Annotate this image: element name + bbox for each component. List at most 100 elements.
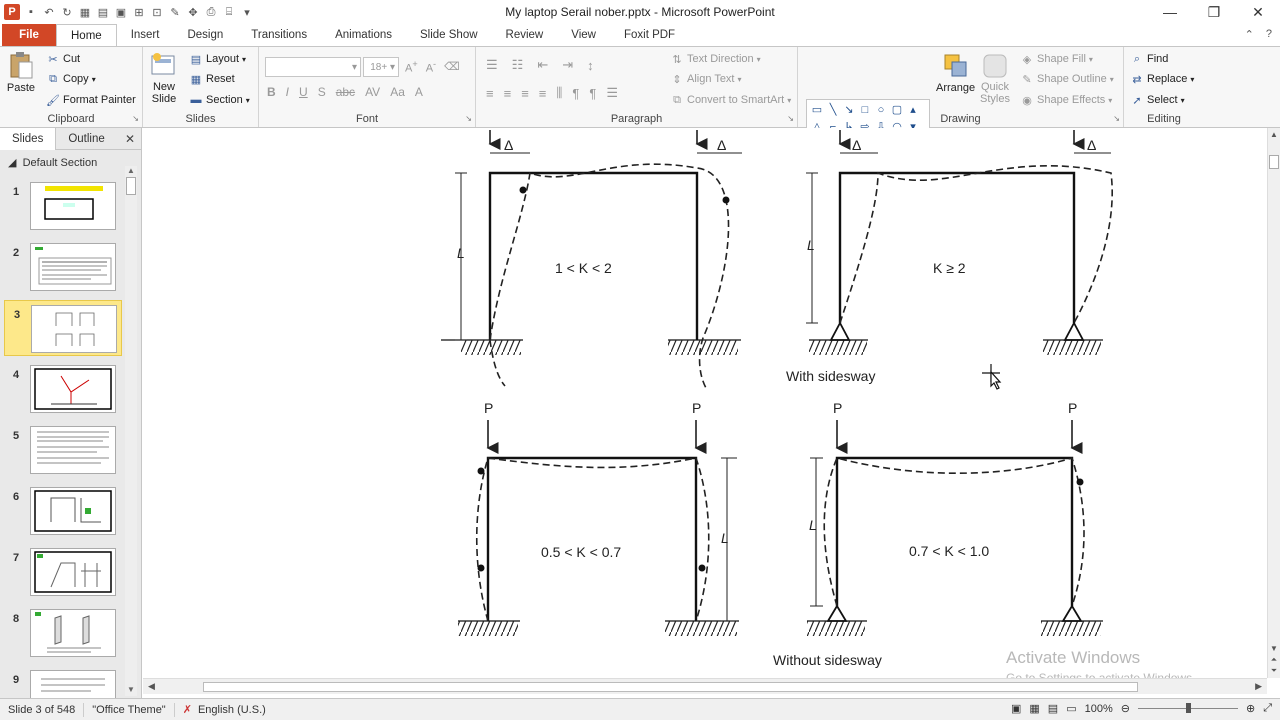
increase-indent-icon[interactable]: ⇥	[562, 57, 573, 73]
slide-thumbnail-row-selected[interactable]: 3	[4, 300, 122, 356]
ltr-icon[interactable]: ¶	[589, 86, 596, 101]
strikethrough-icon[interactable]: abc	[336, 85, 355, 99]
reset-button[interactable]: ▦ Reset	[189, 72, 235, 86]
arrange-button[interactable]: Arrange	[936, 51, 975, 94]
help-icon[interactable]: ?	[1266, 28, 1272, 41]
tab-slides[interactable]: Slides	[0, 127, 57, 150]
find-button[interactable]: ⌕ Find	[1130, 52, 1169, 66]
line-spacing-icon[interactable]: ↕	[587, 58, 594, 73]
textbox-shape-icon[interactable]: ▭	[809, 101, 825, 118]
tab-foxit-pdf[interactable]: Foxit PDF	[610, 24, 689, 46]
restore-icon[interactable]: ❐	[1192, 0, 1236, 24]
gallery-up-icon[interactable]: ▴	[905, 101, 921, 118]
zoom-in-icon[interactable]: ⊕	[1246, 702, 1255, 715]
scroll-right-icon[interactable]: ▶	[1255, 681, 1262, 692]
cut-button[interactable]: ✂ Cut	[46, 52, 80, 66]
dialog-launcher-icon[interactable]: ↘	[1113, 114, 1120, 123]
tab-insert[interactable]: Insert	[117, 24, 174, 46]
slide-thumbnail[interactable]	[30, 426, 116, 474]
line-shape-icon[interactable]: ╲	[825, 101, 841, 118]
paste-button[interactable]: Paste	[6, 51, 36, 94]
columns-icon[interactable]: ⫼	[556, 85, 562, 101]
zoom-out-icon[interactable]: ⊖	[1121, 702, 1130, 715]
rtl-icon[interactable]: ¶	[572, 86, 579, 101]
font-name-combo[interactable]: ▾	[265, 57, 361, 77]
tab-transitions[interactable]: Transitions	[237, 24, 321, 46]
convert-smartart-button[interactable]: ⧉ Convert to SmartArt ▾	[670, 93, 791, 107]
arrow-line-shape-icon[interactable]: ↘	[841, 101, 857, 118]
slide-thumbnail[interactable]	[30, 365, 116, 413]
tab-design[interactable]: Design	[173, 24, 237, 46]
scroll-up-icon[interactable]: ▲	[125, 166, 137, 175]
scroll-down-icon[interactable]: ▼	[125, 685, 137, 694]
distribute-icon[interactable]: ☰	[606, 85, 618, 101]
tab-review[interactable]: Review	[492, 24, 558, 46]
format-painter-button[interactable]: 🖌 Format Painter	[46, 93, 136, 107]
layout-button[interactable]: ▤ Layout ▾	[189, 52, 246, 66]
shape-outline-button[interactable]: ✎ Shape Outline ▾	[1020, 72, 1113, 86]
shadow-icon[interactable]: S	[318, 85, 326, 99]
quick-styles-button[interactable]: Quick Styles	[980, 51, 1010, 105]
scroll-thumb[interactable]	[1269, 155, 1279, 169]
rounded-rect-shape-icon[interactable]: ▢	[889, 101, 905, 118]
change-case-icon[interactable]: Aa	[390, 85, 405, 99]
rectangle-shape-icon[interactable]: □	[857, 101, 873, 118]
slide-thumbnail[interactable]	[30, 609, 116, 657]
slideshow-view-icon[interactable]: ▭	[1066, 702, 1076, 715]
tab-outline[interactable]: Outline	[56, 128, 116, 150]
copy-button[interactable]: ⧉ Copy ▾	[46, 72, 96, 86]
shrink-font-icon[interactable]: A-	[426, 59, 436, 75]
slide-editor[interactable]: Δ Δ Δ Δ L L L L P P P P 1 < K < 2 K ≥ 2 …	[143, 128, 1267, 678]
dialog-launcher-icon[interactable]: ↘	[132, 114, 139, 123]
slide-thumbnail-row[interactable]: 8	[4, 605, 122, 661]
spacing-icon[interactable]: AV	[365, 85, 380, 99]
bullets-icon[interactable]: ☰	[486, 57, 498, 73]
align-text-button[interactable]: ⇕ Align Text ▾	[670, 72, 741, 86]
slide-thumbnail-row[interactable]: 4	[4, 361, 122, 417]
shape-fill-button[interactable]: ◈ Shape Fill ▾	[1020, 52, 1093, 66]
normal-view-icon[interactable]: ▣	[1011, 702, 1021, 715]
oval-shape-icon[interactable]: ○	[873, 101, 889, 118]
close-pane-icon[interactable]: ✕	[125, 132, 135, 146]
scroll-thumb[interactable]	[126, 177, 136, 195]
text-direction-button[interactable]: ⇅ Text Direction ▾	[670, 52, 760, 66]
bold-icon[interactable]: B	[267, 85, 276, 99]
center-icon[interactable]: ≡	[504, 86, 512, 101]
scroll-left-icon[interactable]: ◀	[148, 681, 155, 692]
minimize-icon[interactable]: —	[1148, 0, 1192, 24]
slide-thumbnail[interactable]	[31, 305, 117, 353]
grow-font-icon[interactable]: A+	[405, 59, 418, 75]
slide-thumbnail-row[interactable]: 7	[4, 544, 122, 600]
section-button[interactable]: ▬ Section ▾	[189, 93, 250, 107]
collapse-section-icon[interactable]: ◢	[8, 157, 16, 169]
reading-view-icon[interactable]: ▤	[1048, 702, 1058, 715]
replace-button[interactable]: ⇄ Replace ▾	[1130, 72, 1194, 86]
slide-thumbnail-row[interactable]: 1	[4, 178, 122, 234]
zoom-slider[interactable]	[1137, 703, 1238, 713]
tab-animations[interactable]: Animations	[321, 24, 406, 46]
scroll-up-icon[interactable]: ▲	[1268, 130, 1280, 139]
horizontal-scrollbar[interactable]: ◀ ▶	[143, 678, 1267, 694]
thumbnail-scrollbar[interactable]: ▲ ▼	[125, 166, 137, 696]
slide-sorter-icon[interactable]: ▦	[1029, 702, 1039, 715]
align-right-icon[interactable]: ≡	[521, 86, 529, 101]
zoom-slider-thumb[interactable]	[1185, 703, 1191, 713]
scroll-thumb[interactable]	[203, 682, 1138, 692]
minimize-ribbon-icon[interactable]: ⌃	[1245, 28, 1254, 41]
dialog-launcher-icon[interactable]: ↘	[465, 114, 472, 123]
shape-effects-button[interactable]: ◉ Shape Effects ▾	[1020, 93, 1112, 107]
tab-home[interactable]: Home	[56, 24, 117, 46]
align-left-icon[interactable]: ≡	[486, 86, 494, 101]
decrease-indent-icon[interactable]: ⇤	[537, 57, 548, 73]
dialog-launcher-icon[interactable]: ↘	[787, 114, 794, 123]
new-slide-button[interactable]: New Slide	[149, 51, 179, 105]
fit-slide-icon[interactable]: ⤢	[1263, 702, 1272, 715]
underline-icon[interactable]: U	[299, 85, 308, 99]
close-icon[interactable]: ✕	[1236, 0, 1280, 24]
scroll-down-icon[interactable]: ▼ ⏶ ⏷	[1268, 643, 1280, 676]
font-color-icon[interactable]: A	[415, 85, 423, 99]
slide-thumbnail[interactable]	[30, 182, 116, 230]
tab-view[interactable]: View	[557, 24, 610, 46]
font-size-combo[interactable]: 18+ ▾	[363, 57, 399, 77]
numbering-icon[interactable]: ☷	[512, 57, 524, 73]
